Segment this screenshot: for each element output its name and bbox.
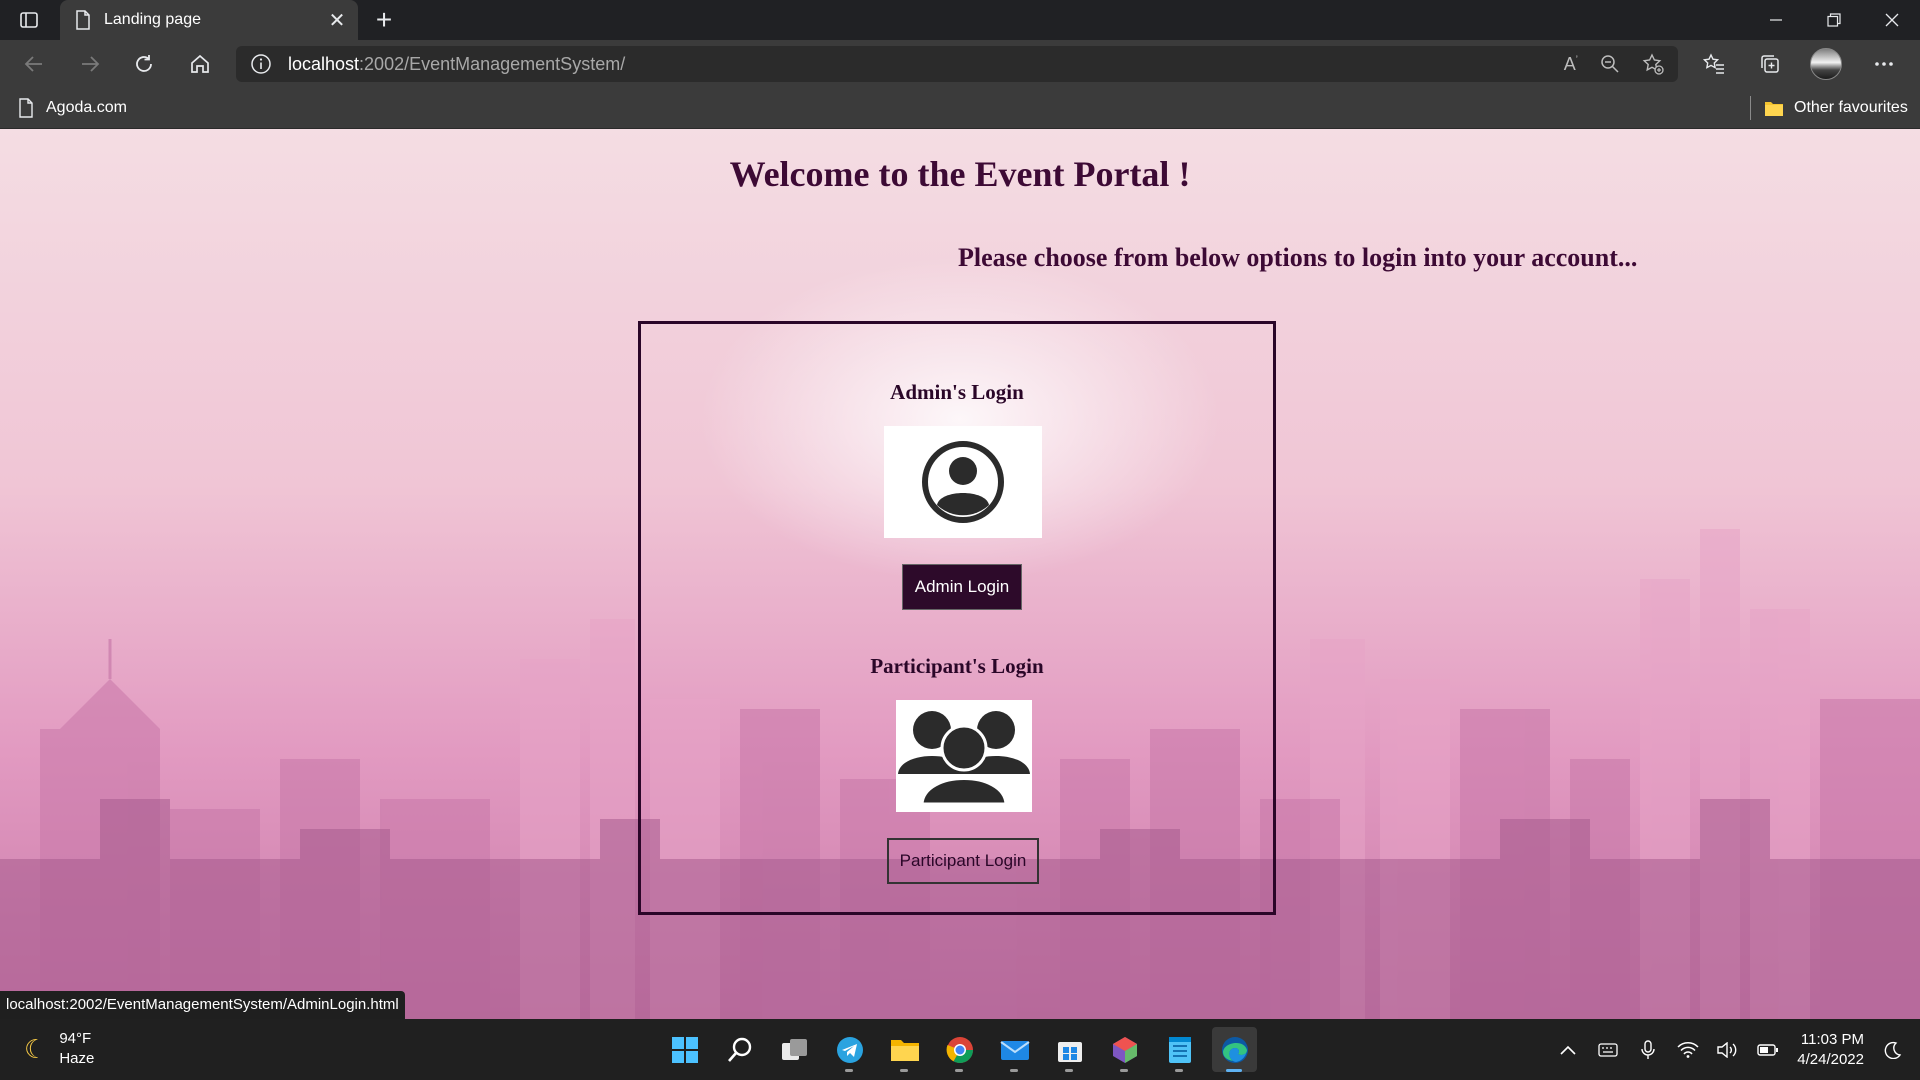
taskbar-apps: [662, 1027, 1257, 1072]
moon-icon: ☾: [24, 1033, 48, 1064]
tab-actions-icon[interactable]: [16, 8, 42, 32]
zoom-out-icon[interactable]: [1600, 54, 1620, 74]
start-icon[interactable]: [662, 1027, 707, 1072]
status-bar-url: localhost:2002/EventManagementSystem/Adm…: [0, 991, 405, 1019]
minimize-icon[interactable]: [1748, 0, 1804, 40]
favorites-icon[interactable]: [1696, 48, 1732, 80]
read-aloud-icon[interactable]: Aʼ: [1564, 54, 1578, 75]
app-icon[interactable]: [1102, 1027, 1147, 1072]
volume-icon[interactable]: [1713, 1035, 1743, 1065]
tab-bar: Landing page ✕ +: [0, 0, 1920, 40]
microphone-icon[interactable]: [1633, 1035, 1663, 1065]
mail-icon[interactable]: [992, 1027, 1037, 1072]
admin-login-button[interactable]: Admin Login: [902, 564, 1022, 610]
notepad-icon[interactable]: [1157, 1027, 1202, 1072]
edge-icon[interactable]: [1212, 1027, 1257, 1072]
page-icon: [76, 10, 90, 30]
admin-icon-card: [884, 426, 1042, 538]
page-icon: [19, 98, 33, 118]
more-menu-icon[interactable]: [1866, 48, 1902, 80]
store-icon[interactable]: [1047, 1027, 1092, 1072]
chevron-up-icon[interactable]: [1553, 1035, 1583, 1065]
site-info-icon[interactable]: [250, 53, 272, 75]
users-group-icon: [898, 711, 1030, 806]
notifications-moon-icon[interactable]: [1878, 1035, 1908, 1065]
back-icon[interactable]: [16, 48, 52, 80]
close-window-icon[interactable]: [1864, 0, 1920, 40]
page-subtitle: Please choose from below options to logi…: [958, 243, 1638, 272]
url-text: localhost:2002/EventManagementSystem/: [288, 53, 626, 74]
battery-icon[interactable]: [1753, 1035, 1783, 1065]
restore-icon[interactable]: [1806, 0, 1862, 40]
favorite-agoda[interactable]: Agoda.com: [18, 88, 127, 128]
search-icon[interactable]: [717, 1027, 762, 1072]
system-tray: 11:03 PM 4/24/2022: [1543, 1019, 1920, 1080]
forward-icon[interactable]: [72, 48, 108, 80]
chrome-icon[interactable]: [937, 1027, 982, 1072]
page-viewport: Welcome to the Event Portal ! Please cho…: [0, 129, 1920, 1019]
favorites-bar: Agoda.com Other favourites: [0, 88, 1920, 129]
close-tab-icon[interactable]: ✕: [322, 8, 352, 33]
taskbar: ☾ 94°F Haze 11:03 PM 4/24/2022: [0, 1019, 1920, 1080]
toolbar: localhost:2002/EventManagementSystem/ Aʼ: [0, 40, 1920, 88]
home-icon[interactable]: [182, 48, 218, 80]
favorites-divider: [1750, 96, 1751, 120]
new-tab-icon[interactable]: +: [368, 4, 400, 36]
tab-landing-page[interactable]: Landing page ✕: [60, 0, 358, 40]
folder-icon: [1765, 102, 1783, 116]
participant-login-button[interactable]: Participant Login: [887, 838, 1039, 884]
task-view-icon[interactable]: [772, 1027, 817, 1072]
login-options-box: Admin's Login Admin Login Participant's …: [638, 321, 1276, 915]
tab-title: Landing page: [104, 11, 201, 28]
profile-avatar[interactable]: [1808, 48, 1844, 80]
weather-widget[interactable]: ☾ 94°F Haze: [24, 1029, 94, 1069]
refresh-icon[interactable]: [126, 48, 162, 80]
weather-temp: 94°F: [59, 1030, 92, 1047]
collections-icon[interactable]: [1752, 48, 1788, 80]
admin-login-title: Admin's Login: [890, 380, 1024, 404]
clock[interactable]: 11:03 PM 4/24/2022: [1797, 1030, 1864, 1070]
keyboard-icon[interactable]: [1593, 1035, 1623, 1065]
participant-icon-card: [896, 700, 1032, 812]
telegram-icon[interactable]: [827, 1027, 872, 1072]
user-circle-icon: [922, 441, 1004, 523]
weather-desc: Haze: [59, 1050, 95, 1067]
file-explorer-icon[interactable]: [882, 1027, 927, 1072]
participant-login-title: Participant's Login: [870, 654, 1044, 678]
add-favorite-icon[interactable]: [1642, 53, 1664, 75]
wifi-icon[interactable]: [1673, 1035, 1703, 1065]
page-title: Welcome to the Event Portal !: [729, 154, 1191, 194]
other-favourites-folder[interactable]: Other favourites: [1764, 88, 1908, 128]
address-bar[interactable]: localhost:2002/EventManagementSystem/ Aʼ: [236, 46, 1678, 82]
